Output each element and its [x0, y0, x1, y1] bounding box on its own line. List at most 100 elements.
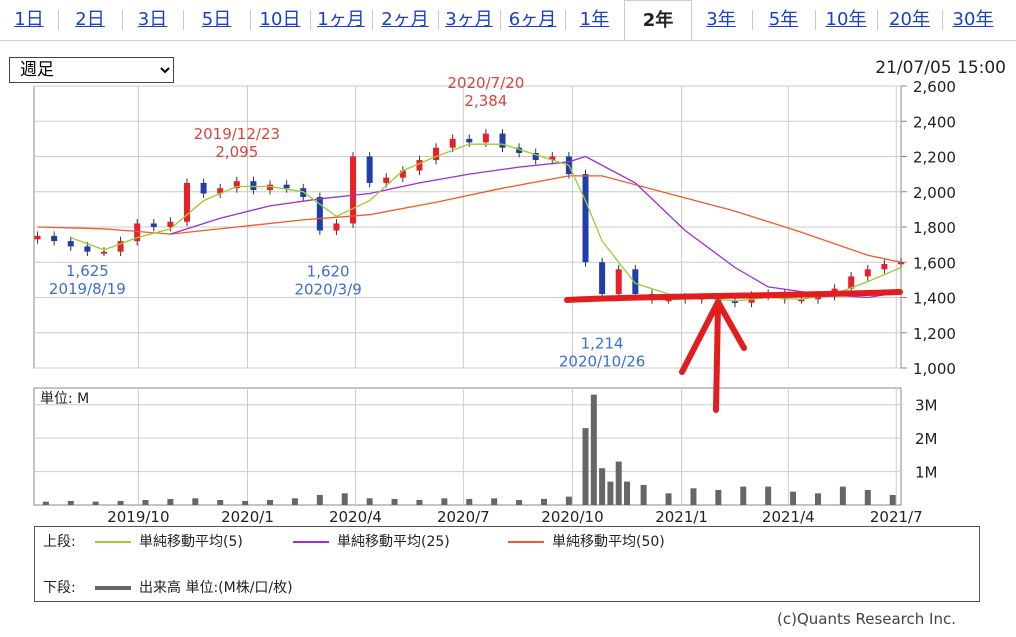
legend-lower-label: 下段: [43, 580, 76, 596]
volume-bar [466, 498, 473, 505]
annotation-value: 2,384 [464, 92, 507, 110]
price-tick-label: 1,400 [913, 290, 956, 308]
price-tick-label: 2,600 [913, 78, 956, 96]
annotation-date: 2020/7/20 [447, 74, 524, 92]
price-tick-label: 2,400 [913, 113, 956, 131]
volume-bar [516, 499, 523, 505]
volume-bar [590, 394, 597, 505]
volume-bar [864, 489, 871, 505]
volume-bar [839, 486, 846, 505]
volume-tick-label: 1M [915, 464, 938, 482]
price-tick-label: 2,200 [913, 149, 956, 167]
chart-legend: 上段: 単純移動平均(5) 単純移動平均(25) 単純移動平均(50) 下段: … [34, 526, 980, 602]
candle-body [466, 138, 473, 143]
x-tick-label: 2021/7 [870, 508, 923, 526]
volume-bar [217, 499, 224, 505]
candle-body [350, 156, 357, 224]
legend-ma50: 単純移動平均(50) [508, 533, 665, 551]
volume-bar [640, 484, 647, 505]
volume-bar [67, 500, 74, 505]
volume-bar [565, 496, 572, 505]
volume-bar [117, 500, 124, 505]
volume-bar [790, 491, 797, 505]
volume-bar [582, 428, 589, 505]
legend-ma5: 単純移動平均(5) [95, 533, 243, 551]
annotation-value: 1,620 [307, 263, 350, 281]
price-tick-label: 2,000 [913, 184, 956, 202]
volume-bar [242, 500, 249, 505]
volume-tick-label: 2M [915, 430, 938, 448]
volume-bar [607, 481, 614, 505]
volume-bar [740, 486, 747, 505]
candle-body [599, 262, 606, 294]
copyright: (c)Quants Research Inc. [777, 610, 956, 628]
legend-volume-label: 出来高 単位:(M株/口/枚) [139, 580, 293, 596]
volume-bar [291, 498, 298, 505]
annotation-value: 2,095 [215, 143, 258, 161]
candle-body [84, 246, 91, 252]
volume-bar [665, 493, 672, 505]
price-tick-label: 1,000 [913, 360, 956, 378]
x-tick-label: 2020/4 [329, 508, 382, 526]
legend-upper-label: 上段: [43, 534, 76, 550]
candle-body [200, 182, 207, 194]
volume-bar [142, 499, 149, 505]
volume-bar [42, 501, 49, 505]
volume-bar [391, 498, 398, 505]
x-tick-label: 2021/4 [762, 508, 815, 526]
candle-body [67, 241, 74, 247]
volume-unit-label: 単位: M [40, 391, 89, 407]
annotation-value: 1,625 [66, 262, 109, 280]
candle-body [482, 133, 489, 143]
ma25-swatch [293, 541, 329, 543]
candle-body [416, 160, 423, 171]
candle-body [898, 262, 904, 265]
candle-body [582, 174, 589, 263]
candle-body [283, 184, 290, 189]
annotation-date: 2019/12/23 [194, 125, 280, 143]
volume-bar [267, 499, 274, 505]
candle-body [100, 251, 107, 254]
ma5-swatch [95, 541, 131, 543]
annotation-date: 2020/10/26 [559, 352, 645, 370]
x-tick-label: 2020/10 [541, 508, 603, 526]
candle-body [615, 269, 622, 294]
candle-body [433, 147, 440, 161]
x-tick-label: 2021/1 [655, 508, 708, 526]
legend-ma50-label: 単純移動平均(50) [552, 534, 665, 550]
volume-bar [192, 498, 199, 505]
x-tick-label: 2020/7 [437, 508, 490, 526]
volume-bar [690, 488, 697, 505]
volume-tick-label: 3M [915, 397, 938, 415]
volume-swatch [95, 586, 131, 590]
volume-bar [765, 486, 772, 505]
price-tick-label: 1,600 [913, 254, 956, 272]
volume-bar [491, 498, 498, 505]
volume-bar [541, 498, 547, 505]
x-tick-label: 2020/1 [221, 508, 274, 526]
volume-bar [316, 494, 323, 505]
price-tick-label: 1,200 [913, 325, 956, 343]
candle-body [881, 264, 888, 270]
candle-body [250, 181, 257, 190]
annotation-date: 2020/3/9 [294, 281, 361, 299]
volume-bar [615, 461, 622, 505]
volume-bar [416, 499, 423, 505]
legend-ma25-label: 単純移動平均(25) [337, 534, 450, 550]
legend-ma5-label: 単純移動平均(5) [139, 534, 243, 550]
candle-body [333, 223, 340, 231]
legend-ma25: 単純移動平均(25) [293, 533, 450, 551]
volume-bar [599, 468, 606, 505]
volume-bar [715, 489, 722, 505]
annotation-date: 2019/8/19 [49, 280, 126, 298]
volume-bar [889, 494, 896, 505]
candle-body [150, 223, 157, 227]
candle-body [864, 269, 871, 277]
x-tick-label: 2019/10 [107, 508, 169, 526]
candle-body [449, 138, 456, 148]
volume-bar [814, 493, 821, 505]
candle-body [366, 156, 373, 183]
candle-body [34, 235, 41, 240]
volume-bar [366, 498, 373, 505]
volume-bar [167, 498, 174, 505]
